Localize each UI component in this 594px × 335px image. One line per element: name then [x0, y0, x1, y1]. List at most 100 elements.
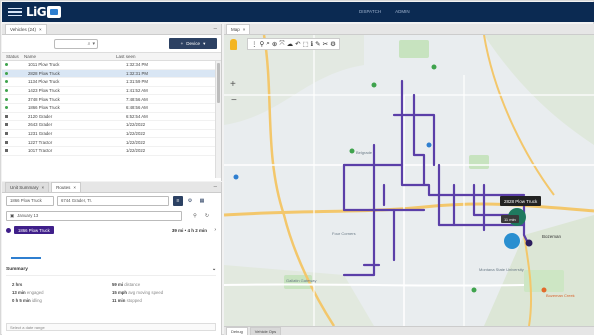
vehicle-row[interactable]: 2643 Grader 1/22/2022: [2, 121, 221, 130]
vehicle-search-input[interactable]: ⌕ ▾: [54, 38, 98, 49]
vehicle-direction-marker[interactable]: [525, 239, 533, 247]
close-icon[interactable]: ×: [73, 185, 76, 190]
tools-icon[interactable]: ✂: [323, 40, 328, 48]
top-menu: DISPATCH ADMIN: [359, 9, 410, 14]
drag-handle-icon[interactable]: ⋮: [251, 40, 258, 48]
play-icon[interactable]: [6, 227, 11, 233]
app-logo[interactable]: LiG: [26, 5, 62, 19]
poi-pin[interactable]: [541, 287, 547, 293]
status-cell: [2, 97, 24, 101]
poi-pin[interactable]: [426, 142, 432, 148]
vehicle-row[interactable]: 1423 Plow Truck 1:41:52 AM: [2, 87, 221, 96]
poi-pin[interactable]: [371, 82, 377, 88]
info-icon[interactable]: ℹ: [311, 40, 313, 48]
filter-icon[interactable]: ⚲: [190, 211, 200, 221]
tab-debug[interactable]: Debug: [226, 326, 248, 335]
add-device-button[interactable]: + Device ▾: [169, 38, 217, 49]
settings-icon[interactable]: ⚙: [185, 196, 195, 206]
close-icon[interactable]: ×: [39, 27, 42, 32]
park-area: [469, 155, 489, 169]
zoom-area-icon[interactable]: ⊕: [272, 40, 277, 48]
poi-pin[interactable]: [431, 64, 437, 70]
poi-pin[interactable]: [349, 148, 355, 154]
close-icon[interactable]: ×: [243, 27, 246, 32]
online-status-icon: [5, 89, 8, 93]
select-area-icon[interactable]: ⬚: [303, 40, 309, 48]
route-entry[interactable]: 1866 Plow Truck 39 mi • 4 h 2 min ›: [2, 223, 221, 237]
minimize-icon[interactable]: –: [214, 26, 217, 32]
list-view-icon[interactable]: ≡: [173, 195, 183, 206]
top-menu-dispatch[interactable]: DISPATCH: [359, 9, 381, 14]
vehicle-row[interactable]: 1227 Tractor 1/22/2022: [2, 138, 221, 147]
tab-unit-summary[interactable]: Unit Summary ×: [5, 182, 50, 192]
map-canvas[interactable]: ⋮ ⚲ ⌕ ⊕ ⤧ ☁ ↶ ⬚ ℹ ✎ ✂ ⚙ + − 2828 Plow Tr…: [224, 35, 594, 326]
calendar-icon[interactable]: ▦: [197, 196, 207, 206]
routes-panel: Unit Summary × Routes × – 1866 Plow Truc…: [2, 182, 222, 335]
stat-row: 2 hrs 59 mi distance: [12, 280, 212, 288]
date-picker[interactable]: ▣ January 13: [6, 210, 182, 221]
map-settings-icon[interactable]: ⚙: [330, 40, 336, 48]
offline-status-icon: [5, 132, 8, 136]
tab-map[interactable]: Map ×: [226, 24, 251, 34]
vehicle-map-label[interactable]: 2828 Plow Truck: [500, 196, 542, 206]
chevron-right-icon[interactable]: ›: [214, 227, 216, 233]
measure-icon[interactable]: ✎: [315, 40, 320, 48]
status-cell: [2, 63, 24, 67]
minimize-icon[interactable]: –: [214, 184, 217, 190]
search-icon[interactable]: ⌕: [266, 40, 270, 48]
vehicle-marker[interactable]: [504, 233, 520, 249]
poi-pin[interactable]: [233, 174, 239, 180]
column-last-seen[interactable]: Last seen: [88, 54, 168, 59]
tab-routes[interactable]: Routes ×: [51, 182, 82, 192]
offline-status-icon: [5, 149, 8, 153]
secondary-select[interactable]: 6744 Grader, Tr.: [57, 195, 169, 206]
stat-value: 11 min: [112, 297, 126, 303]
tab-vehicles[interactable]: Vehicles (24) ×: [5, 24, 47, 34]
vehicles-panel: Vehicles (24) × – ⌕ ▾ + Device ▾ Status …: [2, 24, 222, 181]
date-range-footer[interactable]: Select a date range: [6, 323, 216, 331]
scrollbar-thumb[interactable]: [217, 63, 220, 103]
vehicle-select-value: 1866 Plow Truck: [10, 198, 42, 203]
vehicle-name: 1423 Plow Truck: [28, 88, 60, 94]
tab-vehicle-ops[interactable]: Vehicle Ops: [249, 326, 282, 335]
pin-icon[interactable]: ⚲: [260, 40, 265, 48]
summary-header[interactable]: Summary ⌄: [6, 264, 216, 276]
zoom-in-button[interactable]: +: [230, 79, 236, 90]
online-status-icon: [5, 106, 8, 110]
vehicle-select[interactable]: 1866 Plow Truck: [6, 195, 54, 206]
top-menu-admin[interactable]: ADMIN: [395, 9, 410, 14]
vehicle-last-seen: 6:48:56 AM: [126, 105, 148, 111]
menu-icon[interactable]: [8, 5, 22, 19]
offline-status-icon: [5, 123, 8, 127]
vehicle-last-seen: 1/22/2022: [126, 139, 146, 145]
vehicles-scrollbar[interactable]: [215, 61, 221, 178]
map-toolbar: ⋮ ⚲ ⌕ ⊕ ⤧ ☁ ↶ ⬚ ℹ ✎ ✂ ⚙: [247, 38, 340, 50]
vehicle-row[interactable]: 2828 Plow Truck 1:32:31 PM: [2, 69, 221, 79]
status-cell: [2, 123, 24, 127]
vehicle-row[interactable]: 1866 Plow Truck 6:48:56 AM: [2, 104, 221, 113]
dropdown-icon[interactable]: ▾: [92, 41, 95, 47]
close-icon[interactable]: ×: [42, 185, 45, 190]
vehicle-row[interactable]: 1017 Tractor 1/22/2022: [2, 147, 221, 156]
chevron-down-icon[interactable]: ⌄: [212, 267, 216, 272]
fit-icon[interactable]: ⤧: [279, 40, 284, 48]
stat-value: 2 hrs: [12, 281, 23, 287]
vehicle-row[interactable]: 1011 Plow Truck 1:32:34 PM: [2, 61, 221, 70]
map-tabbar: Map ×: [224, 24, 594, 35]
vehicle-row[interactable]: 1134 Plow Truck 1:31:59 PM: [2, 78, 221, 87]
zoom-out-button[interactable]: −: [231, 95, 237, 106]
vehicles-table-body: 1011 Plow Truck 1:32:34 PM 2828 Plow Truck…: [2, 61, 221, 178]
refresh-icon[interactable]: ↻: [202, 211, 212, 221]
column-status[interactable]: Status: [2, 54, 24, 59]
poi-pin[interactable]: [471, 287, 477, 293]
vehicle-row[interactable]: 2120 Grader 6:52:54 AM: [2, 113, 221, 122]
undo-icon[interactable]: ↶: [295, 40, 300, 48]
layers-icon[interactable]: ☁: [287, 40, 294, 48]
street-view-icon[interactable]: [230, 39, 237, 50]
chevron-down-icon: ▾: [203, 40, 206, 46]
vehicle-name: 1134 Plow Truck: [28, 79, 60, 85]
vehicle-row[interactable]: 1231 Grader 1/22/2022: [2, 130, 221, 139]
vehicle-row[interactable]: 3748 Plow Truck 7:48:56 AM: [2, 95, 221, 104]
route-vehicle-chip[interactable]: 1866 Plow Truck: [14, 226, 54, 234]
column-name[interactable]: Name: [24, 54, 88, 59]
